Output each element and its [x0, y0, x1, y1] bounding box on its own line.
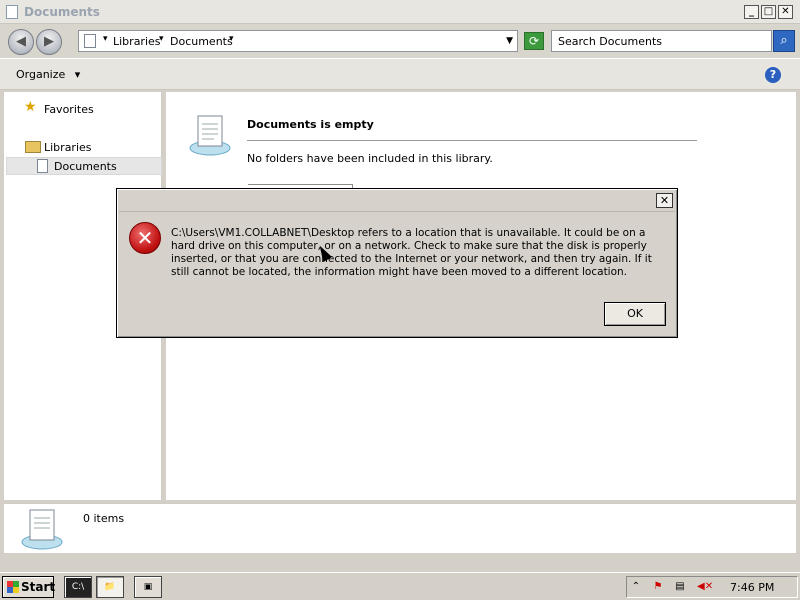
- details-pane: 0 items: [4, 503, 796, 553]
- empty-library-title: Documents is empty: [247, 118, 374, 131]
- dialog-title-divider: [119, 211, 675, 212]
- minimize-button[interactable]: _: [744, 5, 759, 19]
- organize-button[interactable]: Organize ▾: [16, 68, 80, 81]
- forward-button[interactable]: ▶: [36, 29, 62, 55]
- error-dialog: ✕ ✕ C:\Users\VM1.COLLABNET\Desktop refer…: [116, 188, 678, 338]
- breadcrumb-libraries[interactable]: Libraries: [113, 35, 161, 48]
- chevron-down-icon: ▾: [74, 68, 81, 81]
- clock[interactable]: 7:46 PM: [730, 581, 774, 594]
- sidebar-item-documents[interactable]: Documents: [54, 160, 117, 173]
- library-documents-icon: [21, 509, 63, 550]
- volume-muted-icon[interactable]: ◀✕: [697, 580, 713, 594]
- windows-explorer-icon[interactable]: 📁: [96, 576, 124, 598]
- address-bar[interactable]: ▾ Libraries ▾ Documents ▾ ▼: [78, 30, 518, 52]
- library-documents-icon: [189, 115, 231, 156]
- breadcrumb-separator-icon[interactable]: ▾: [159, 34, 164, 44]
- breadcrumb-separator-icon[interactable]: ▾: [229, 34, 234, 44]
- search-icon[interactable]: ⌕: [773, 30, 795, 52]
- empty-library-message: No folders have been included in this li…: [247, 152, 493, 165]
- sidebar-item-libraries[interactable]: Libraries: [44, 141, 92, 154]
- breadcrumb-documents[interactable]: Documents: [170, 35, 233, 48]
- close-window-button[interactable]: ✕: [778, 5, 793, 19]
- error-message: C:\Users\VM1.COLLABNET\Desktop refers to…: [171, 227, 652, 278]
- show-hidden-icons-icon[interactable]: ⌃: [629, 580, 643, 594]
- network-icon[interactable]: ▤: [673, 580, 687, 594]
- notification-area: ⌃ ⚑ ▤ ◀✕ 7:46 PM: [626, 576, 798, 598]
- sidebar-item-favorites[interactable]: Favorites: [44, 103, 94, 116]
- start-button[interactable]: Start: [2, 576, 56, 598]
- windows-logo-icon: [7, 581, 19, 593]
- star-icon: ★: [24, 99, 37, 115]
- divider: [247, 140, 697, 141]
- dialog-close-button[interactable]: ✕: [656, 193, 673, 208]
- help-icon[interactable]: ?: [765, 67, 781, 83]
- taskbar: Start C:\ 📁 ▣ ⌃ ⚑ ▤ ◀✕ 7:46 PM: [0, 572, 800, 600]
- ok-button[interactable]: OK: [604, 302, 666, 326]
- search-input[interactable]: Search Documents: [551, 30, 772, 52]
- maximize-button[interactable]: □: [761, 5, 776, 19]
- window-titlebar: Documents _ □ ✕: [0, 0, 800, 24]
- command-prompt-icon[interactable]: C:\: [64, 576, 92, 598]
- server-manager-icon[interactable]: ▣: [134, 576, 162, 598]
- organize-label: Organize: [16, 68, 66, 81]
- breadcrumb-separator-icon[interactable]: ▾: [103, 34, 108, 44]
- address-history-dropdown-icon[interactable]: ▼: [506, 36, 513, 46]
- explorer-window-icon: [6, 5, 18, 19]
- command-toolbar: Organize ▾ ?: [0, 58, 800, 90]
- error-icon: ✕: [129, 222, 161, 254]
- library-icon: [25, 141, 41, 153]
- window-title: Documents: [24, 5, 100, 19]
- action-center-icon[interactable]: ⚑: [651, 580, 665, 594]
- start-label: Start: [21, 580, 56, 594]
- navigation-bar: ◀ ▶ ▾ Libraries ▾ Documents ▾ ▼ ⟳ Search…: [0, 24, 800, 58]
- back-button[interactable]: ◀: [8, 29, 34, 55]
- document-icon: [37, 159, 48, 173]
- refresh-icon[interactable]: ⟳: [524, 32, 544, 50]
- item-count: 0 items: [83, 512, 125, 525]
- document-icon: [84, 34, 96, 48]
